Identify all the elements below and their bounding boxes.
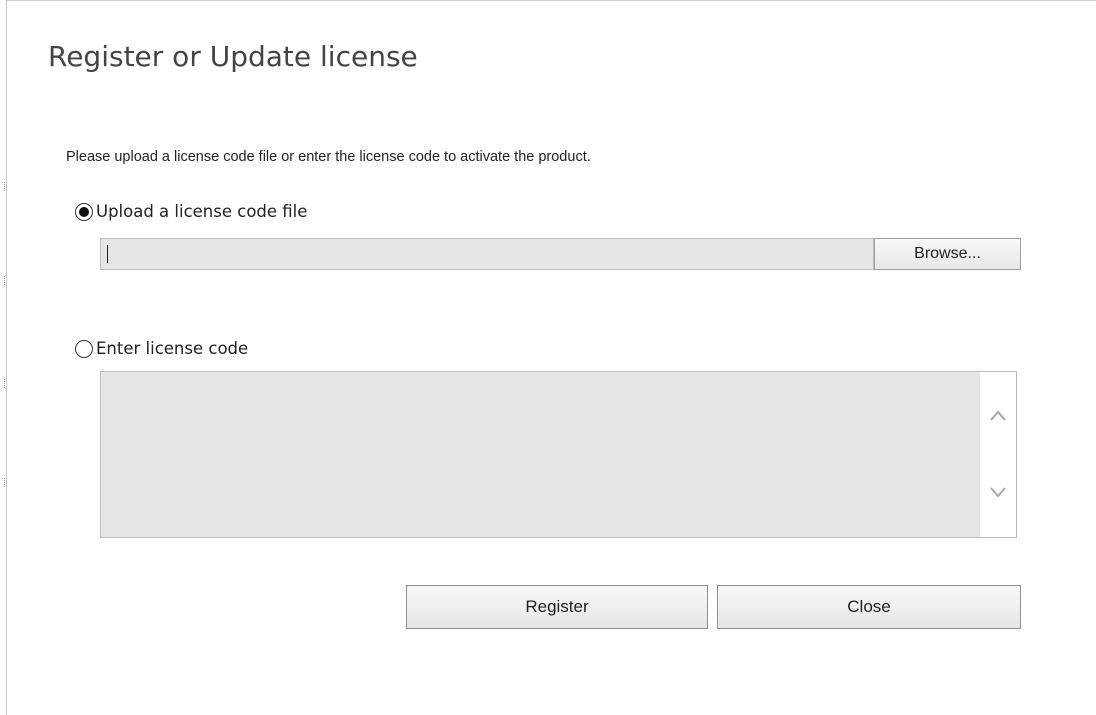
- browse-button[interactable]: Browse...: [874, 238, 1021, 270]
- upload-file-radio[interactable]: [75, 202, 93, 221]
- instructions-text: Please upload a license code file or ent…: [66, 149, 591, 165]
- text-cursor: [107, 245, 108, 263]
- chevron-down-icon[interactable]: [988, 482, 1008, 502]
- resize-grip-mark: [4, 276, 8, 285]
- enter-code-radio[interactable]: [75, 339, 93, 358]
- close-button[interactable]: Close: [717, 585, 1021, 629]
- enter-code-option[interactable]: Enter license code: [75, 339, 248, 358]
- upload-file-option[interactable]: Upload a license code file: [75, 202, 307, 221]
- window-top-border: [6, 0, 1096, 1]
- enter-code-label: Enter license code: [96, 339, 249, 358]
- license-code-scrollbar[interactable]: [980, 372, 1016, 537]
- resize-grip-mark: [4, 478, 8, 487]
- chevron-up-icon[interactable]: [988, 406, 1008, 426]
- resize-grip-mark: [4, 379, 8, 388]
- license-code-textarea-frame: [100, 371, 1017, 538]
- dialog-title: Register or Update license: [48, 40, 418, 73]
- register-button[interactable]: Register: [406, 585, 708, 629]
- license-code-input[interactable]: [101, 372, 981, 537]
- upload-file-label: Upload a license code file: [96, 202, 308, 221]
- license-file-path-field[interactable]: [100, 238, 874, 270]
- window-left-border: [6, 0, 7, 715]
- resize-grip-mark: [4, 182, 8, 191]
